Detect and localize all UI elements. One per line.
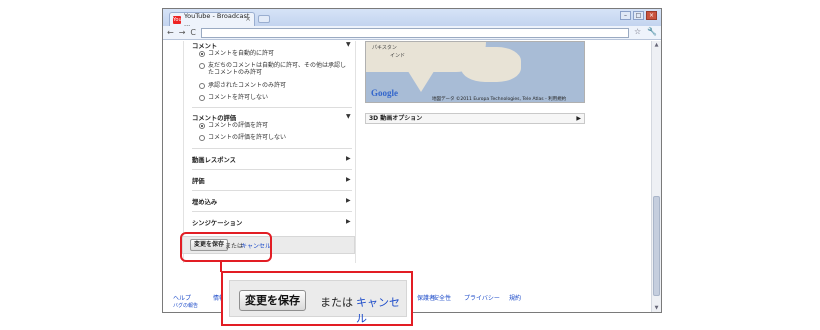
divider (192, 148, 352, 149)
maximize-button[interactable]: □ (633, 11, 644, 20)
footer-link-privacy[interactable]: プライバシー (464, 293, 500, 302)
comment-ratings-heading[interactable]: コメントの評価 (192, 113, 236, 122)
browser-toolbar: ← → C ☆ 🔧 (163, 26, 661, 40)
zoomed-cancel-link[interactable]: キャンセル (356, 294, 406, 326)
footer-link-bug-report[interactable]: バグの報告 (173, 302, 198, 309)
radio-button[interactable] (199, 135, 205, 141)
highlight-box (180, 232, 272, 262)
divider (192, 211, 352, 212)
browser-window: You YouTube - Broadcast ... × – □ × ← → … (162, 8, 662, 313)
footer-link-help[interactable]: ヘルプ (173, 293, 191, 302)
map-label: パキスタン (372, 45, 397, 51)
radio-label: コメントを自動的に許可 (208, 50, 275, 57)
map-view[interactable]: パキスタン インド Google 地図データ ©2011 Europa Tech… (365, 41, 585, 103)
chevron-right-icon[interactable]: ▶ (346, 197, 351, 204)
radio-label: コメントの評価を許可 (208, 122, 269, 129)
divider (192, 190, 352, 191)
close-window-button[interactable]: × (646, 11, 657, 20)
map-land (401, 60, 441, 92)
map-copyright: 地図データ ©2011 Europa Technologies, Tele At… (432, 97, 567, 102)
radio-comments-allow-all[interactable]: コメントを自動的に許可 (199, 50, 349, 57)
footer-link-safety[interactable]: 安全性 (433, 293, 451, 302)
chevron-down-icon[interactable]: ▼ (346, 113, 351, 120)
section-syndication[interactable]: シンジケーション (192, 218, 242, 227)
minimize-button[interactable]: – (620, 11, 631, 20)
settings-panel: コメント ▼ コメントを自動的に許可 友だちのコメントは自動的に許可、その他は承… (183, 41, 356, 263)
radio-label: 友だちのコメントは自動的に許可、その他は承認したコメントのみ許可 (208, 62, 347, 76)
vertical-scrollbar[interactable]: ▲ ▼ (651, 41, 661, 312)
radio-button[interactable] (199, 123, 205, 129)
zoomed-or-text: または (320, 296, 353, 309)
new-tab-button[interactable] (258, 15, 270, 23)
radio-label: コメントの評価を許可しない (208, 134, 287, 141)
radio-ratings-disallow[interactable]: コメントの評価を許可しない (199, 134, 349, 141)
divider (192, 107, 352, 108)
back-icon[interactable]: ← (167, 28, 174, 37)
radio-ratings-allow[interactable]: コメントの評価を許可 (199, 122, 349, 129)
zoomed-save-changes-button[interactable]: 変更を保存 (239, 290, 306, 311)
radio-label: コメントを許可しない (208, 94, 269, 101)
chevron-right-icon: ▶ (576, 115, 581, 122)
title-bar: You YouTube - Broadcast ... × – □ × (163, 9, 661, 28)
google-logo: Google (371, 88, 398, 98)
scroll-down-icon[interactable]: ▼ (653, 305, 660, 311)
section-embedding[interactable]: 埋め込み (192, 197, 217, 206)
radio-comments-approved[interactable]: 承認されたコメントのみ許可 (199, 82, 349, 89)
3d-options-label: 3D 動画オプション (369, 115, 423, 122)
section-video-responses[interactable]: 動画レスポンス (192, 155, 236, 164)
3d-options-section[interactable]: 3D 動画オプション ▶ (365, 113, 585, 124)
scroll-thumb[interactable] (653, 196, 660, 296)
radio-comments-friends[interactable]: 友だちのコメントは自動的に許可、その他は承認したコメントのみ許可 (199, 62, 349, 76)
wrench-menu-icon[interactable]: 🔧 (647, 27, 657, 36)
chevron-down-icon[interactable]: ▼ (346, 41, 351, 48)
chevron-right-icon[interactable]: ▶ (346, 176, 351, 183)
radio-button[interactable] (199, 51, 205, 57)
scroll-up-icon[interactable]: ▲ (653, 42, 660, 48)
zoom-callout: 変更を保存 または キャンセル (221, 271, 413, 326)
window-controls: – □ × (620, 11, 657, 20)
radio-button[interactable] (199, 83, 205, 89)
forward-icon[interactable]: → (179, 28, 186, 37)
map-land (461, 47, 521, 82)
radio-button[interactable] (199, 95, 205, 101)
radio-label: 承認されたコメントのみ許可 (208, 82, 287, 89)
chevron-right-icon[interactable]: ▶ (346, 155, 351, 162)
zoomed-save-bar: 変更を保存 または キャンセル (229, 280, 407, 325)
map-label: インド (390, 53, 406, 59)
chevron-right-icon[interactable]: ▶ (346, 218, 351, 225)
reload-icon[interactable]: C (190, 28, 196, 37)
youtube-favicon-icon: You (173, 15, 182, 24)
browser-tab[interactable]: You YouTube - Broadcast ... × (169, 12, 255, 28)
radio-comments-none[interactable]: コメントを許可しない (199, 94, 349, 101)
divider (192, 169, 352, 170)
tab-close-icon[interactable]: × (245, 15, 251, 23)
radio-button[interactable] (199, 63, 205, 69)
comments-heading[interactable]: コメント (192, 41, 217, 50)
footer-link-terms[interactable]: 規約 (509, 293, 521, 302)
address-bar[interactable] (201, 28, 629, 38)
section-ratings[interactable]: 評価 (192, 176, 205, 185)
bookmark-star-icon[interactable]: ☆ (634, 27, 641, 36)
